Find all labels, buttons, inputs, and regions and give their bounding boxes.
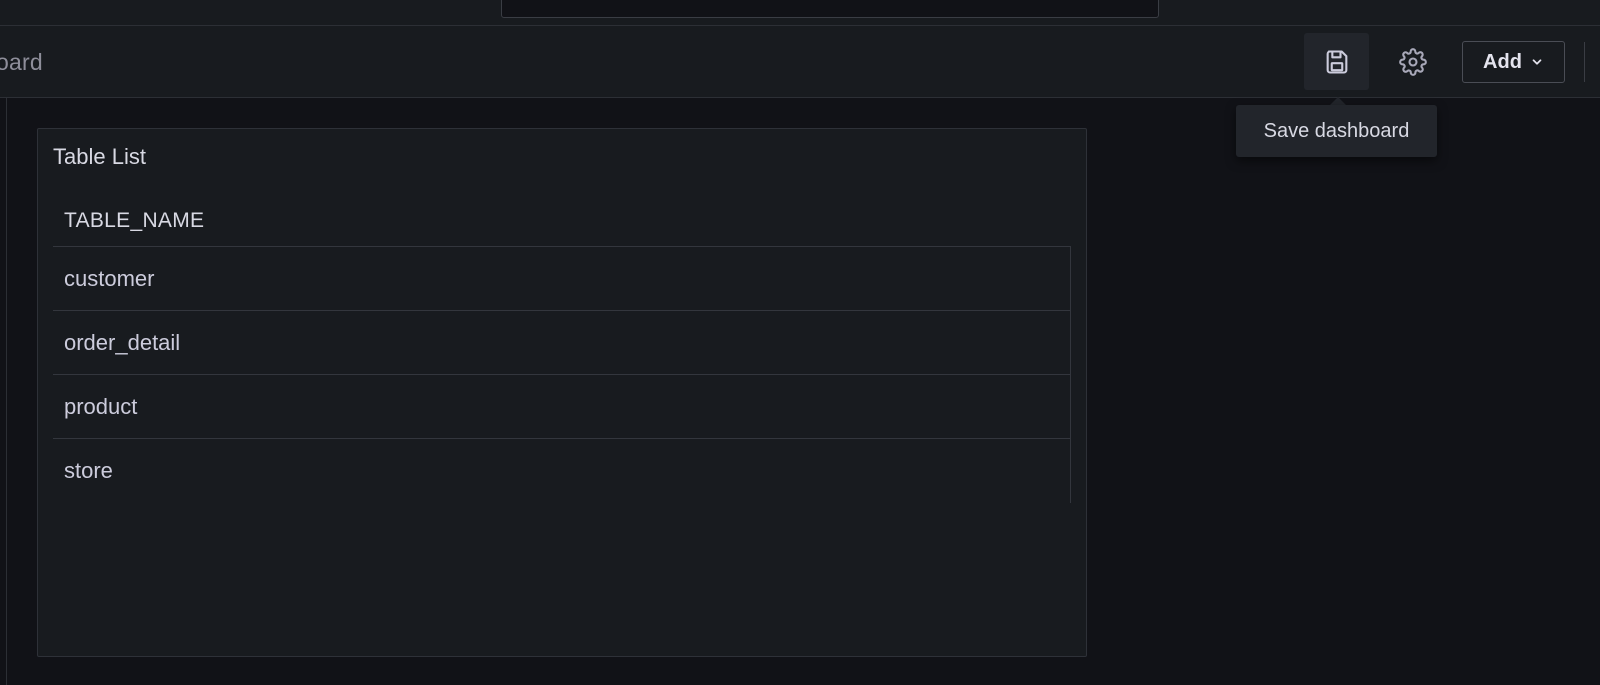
- table-row[interactable]: store: [53, 439, 1070, 503]
- save-icon: [1326, 49, 1347, 74]
- chevron-down-icon: [1532, 59, 1542, 65]
- table-list-panel[interactable]: Table List TABLE_NAME customer order_det…: [37, 128, 1087, 657]
- panel-title: Table List: [53, 144, 146, 169]
- add-button[interactable]: Add: [1462, 41, 1565, 83]
- dashboard-settings-button[interactable]: [1389, 40, 1437, 84]
- data-table: TABLE_NAME customer order_detail product…: [53, 195, 1071, 503]
- left-divider: [6, 98, 7, 685]
- top-bar: [0, 0, 1600, 26]
- table-body: customer order_detail product store: [53, 247, 1071, 503]
- table-row[interactable]: customer: [53, 247, 1070, 311]
- breadcrumb[interactable]: oard: [0, 49, 43, 76]
- dashboard-toolbar: oard Add: [0, 26, 1600, 98]
- table-header-table-name[interactable]: TABLE_NAME: [53, 195, 1071, 247]
- toolbar-divider: [1584, 42, 1585, 82]
- table-row[interactable]: order_detail: [53, 311, 1070, 375]
- table-row[interactable]: product: [53, 375, 1070, 439]
- add-button-label: Add: [1483, 50, 1522, 73]
- gear-icon: [1399, 48, 1427, 76]
- tooltip-arrow: [1330, 97, 1346, 105]
- save-tooltip: Save dashboard: [1236, 105, 1437, 157]
- save-dashboard-button[interactable]: [1304, 33, 1369, 90]
- search-input[interactable]: [501, 0, 1159, 18]
